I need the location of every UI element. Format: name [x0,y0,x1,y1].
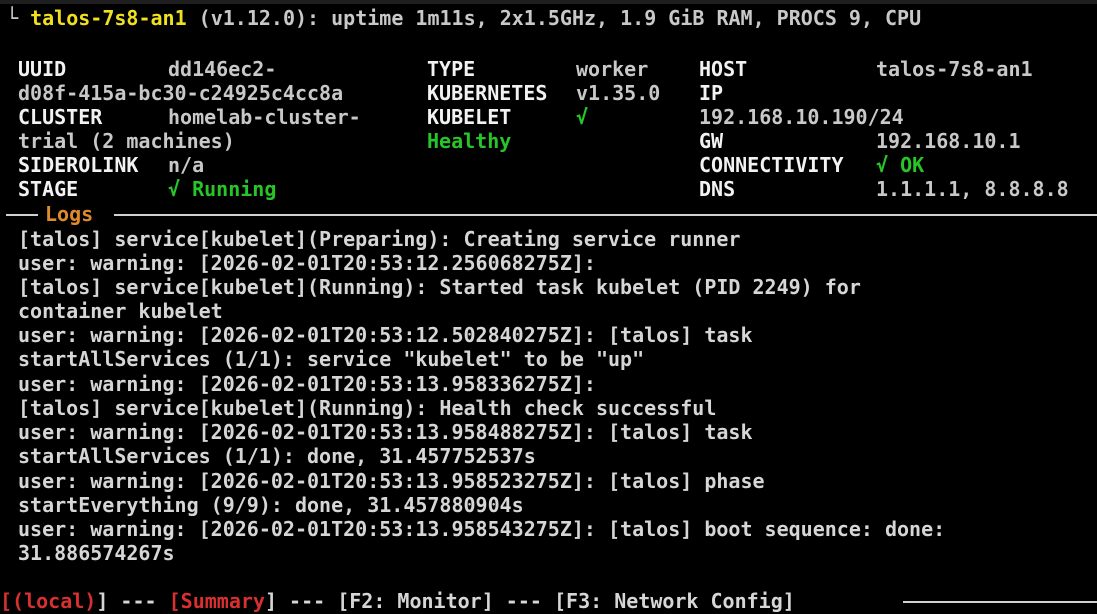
log-line: user: warning: [2026-02-01T20:53:12.2560… [18,251,596,275]
logs-divider-left [6,214,38,216]
footer-tab-bar: [(local)] --- [Summary] --- [F2: Monitor… [0,589,795,613]
tab-network-config[interactable]: [F3: Network Config] [554,589,795,613]
cluster-value-line2: trial (2 machines) [18,129,235,153]
kubernetes-value: v1.35.0 [576,81,661,105]
host-value: talos-7s8-an1 [876,57,1033,81]
local-bracket-open: [ [0,589,13,613]
log-line: user: warning: [2026-02-01T20:53:13.9583… [18,372,596,396]
logs-divider-right [114,214,1097,216]
tab-monitor[interactable]: [F2: Monitor] [337,589,494,613]
ip-label: IP [699,81,724,105]
top-strip [0,0,1097,4]
tab-separator: --- [493,589,554,613]
summary-bracket-open: [ [168,589,181,613]
kubelet-check-icon: √ [576,105,589,129]
host-label: HOST [699,57,748,81]
connectivity-label: CONNECTIVITY [699,153,844,177]
log-line: user: warning: [2026-02-01T20:53:12.5028… [18,323,753,347]
uuid-value-line2: d08f-415a-bc30-c24925c4cc8a [18,81,344,105]
log-line: [talos] service[kubelet](Running): Start… [18,275,861,299]
log-line: user: warning: [2026-02-01T20:53:13.9585… [18,469,765,493]
log-line: user: warning: [2026-02-01T20:53:13.9584… [18,420,753,444]
log-line: startAllServices (1/1): service "kubelet… [18,347,645,371]
log-line: [talos] service[kubelet](Running): Healt… [18,396,717,420]
logs-title: Logs [45,202,94,226]
log-line: startAllServices (1/1): done, 31.4577525… [18,444,536,468]
log-line: user: warning: [2026-02-01T20:53:13.9585… [18,517,946,541]
uuid-value-line1: dd146ec2- [168,57,277,81]
gw-label: GW [699,129,724,153]
type-value: worker [576,57,649,81]
cluster-value-line1: homelab-cluster- [168,105,361,129]
uuid-label: UUID [18,57,67,81]
tab-summary[interactable]: Summary [181,589,265,613]
kubelet-label: KUBELET [427,105,512,129]
node-summary: (v1.12.0): uptime 1m11s, 2x1.5GHz, 1.9 G… [186,6,922,30]
stage-value: √ Running [168,177,277,201]
cluster-label: CLUSTER [18,105,103,129]
gw-value: 192.168.10.1 [876,129,1021,153]
log-line: container kubelet [18,299,223,323]
log-line: [talos] service[kubelet](Preparing): Cre… [18,227,741,251]
local-bracket-close: ] [96,589,109,613]
siderolink-value: n/a [168,153,205,177]
dns-label: DNS [699,177,736,201]
type-label: TYPE [427,57,476,81]
tree-branch-glyph: └ [6,6,31,30]
footer-divider [903,601,1097,603]
tab-local[interactable]: (local) [12,589,96,613]
kubernetes-label: KUBERNETES [427,81,548,105]
ip-value: 192.168.10.190/24 [699,105,904,129]
summary-bracket-close: ] [264,589,277,613]
kubelet-status: Healthy [427,129,512,153]
log-line: startEverything (9/9): done, 31.45788090… [18,493,524,517]
tab-separator: --- [108,589,169,613]
stage-label: STAGE [18,177,79,201]
tab-separator: --- [277,589,338,613]
log-line: 31.886574267s [18,541,175,565]
terminal-screen: └ talos-7s8-an1 (v1.12.0): uptime 1m11s,… [0,0,1097,614]
dns-value: 1.1.1.1, 8.8.8.8 [876,177,1069,201]
node-header: └ talos-7s8-an1 (v1.12.0): uptime 1m11s,… [6,6,921,30]
node-hostname: talos-7s8-an1 [30,6,187,30]
siderolink-label: SIDEROLINK [18,153,139,177]
connectivity-value: √ OK [876,153,925,177]
